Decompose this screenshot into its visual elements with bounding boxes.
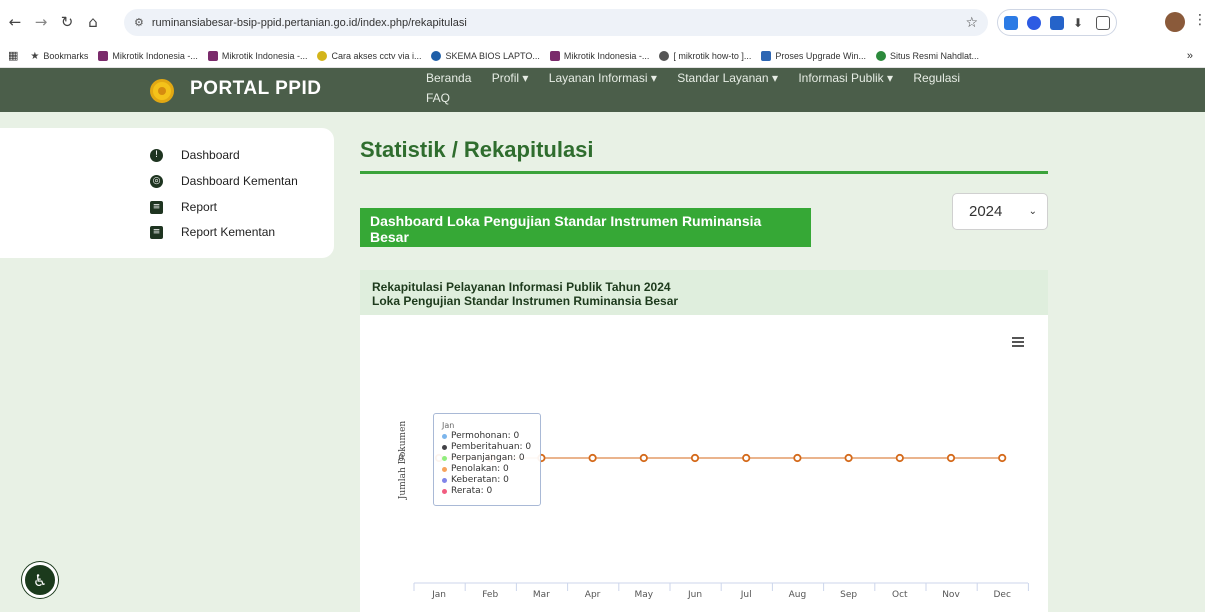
chart-tooltip: Jan Permohonan: 0 Pemberitahuan: 0 Perpa… bbox=[433, 413, 541, 506]
bookmarks-bar: ▦ ★ Bookmarks Mikrotik Indonesia -... Mik… bbox=[0, 44, 1205, 68]
wordpress-icon bbox=[431, 50, 442, 61]
star-icon: ★ bbox=[30, 50, 40, 62]
tooltip-row: Permohonan: 0 bbox=[442, 431, 532, 442]
sidebar-item-dashboard-kementan[interactable]: ◎ Dashboard Kementan bbox=[150, 174, 298, 188]
bookmark-item[interactable]: Situs Resmi Nahdlat... bbox=[875, 50, 979, 61]
year-value: 2024 bbox=[969, 203, 1003, 220]
tooltip-row: Penolakan: 0 bbox=[442, 464, 532, 475]
download-icon[interactable]: ⬇ bbox=[1073, 16, 1087, 30]
series-dot bbox=[442, 467, 447, 472]
mikrotik-icon bbox=[98, 50, 109, 61]
bookmark-item[interactable]: Proses Upgrade Win... bbox=[761, 50, 866, 61]
series-dot bbox=[442, 434, 447, 439]
tooltip-row: Perpanjangan: 0 bbox=[442, 453, 532, 464]
dashboard-banner: Dashboard Loka Pengujian Standar Instrum… bbox=[360, 208, 811, 247]
sidebar-item-report[interactable]: ≡ Report bbox=[150, 200, 217, 214]
browser-toolbar: ← → ↻ ⌂ ⚙ ruminansiabesar-bsip-ppid.pert… bbox=[0, 0, 1205, 44]
main-nav: Beranda Profil ▾ Layanan Informasi ▾ Sta… bbox=[426, 71, 1026, 105]
chevron-down-icon: ⌄ bbox=[1028, 206, 1037, 217]
nav-beranda[interactable]: Beranda bbox=[426, 71, 471, 85]
bookmark-item[interactable]: Mikrotik Indonesia -... bbox=[549, 50, 649, 61]
page-title: Statistik / Rekapitulasi bbox=[360, 137, 594, 162]
nav-regulasi[interactable]: Regulasi bbox=[913, 71, 960, 85]
extensions-group: ⬇ bbox=[997, 9, 1117, 36]
tooltip-row: Rerata: 0 bbox=[442, 486, 532, 497]
series-dot bbox=[442, 445, 447, 450]
chart-title: Rekapitulasi Pelayanan Informasi Publik … bbox=[372, 280, 671, 294]
book-icon: ≡ bbox=[150, 200, 163, 214]
nu-icon bbox=[875, 50, 886, 61]
forward-icon[interactable]: → bbox=[30, 11, 52, 33]
reload-icon[interactable]: ↻ bbox=[56, 11, 78, 33]
dot-icon bbox=[317, 50, 328, 61]
globe-icon: ◎ bbox=[150, 174, 163, 188]
bookmark-star-icon[interactable]: ☆ bbox=[965, 15, 978, 31]
apps-grid-icon[interactable]: ▦ bbox=[8, 49, 18, 62]
series-dot bbox=[442, 478, 447, 483]
nav-informasi-publik[interactable]: Informasi Publik ▾ bbox=[798, 71, 893, 85]
tooltip-row: Pemberitahuan: 0 bbox=[442, 442, 532, 453]
mikrotik-icon bbox=[207, 50, 218, 61]
nav-faq[interactable]: FAQ bbox=[426, 91, 450, 105]
brand-title[interactable]: PORTAL PPID bbox=[190, 78, 321, 100]
sidebar: ! Dashboard ◎ Dashboard Kementan ≡ Repor… bbox=[0, 128, 334, 258]
extension-icon[interactable] bbox=[1050, 15, 1064, 30]
zoom-extension-icon[interactable] bbox=[1027, 15, 1041, 30]
bookmark-item[interactable]: ★ Bookmarks bbox=[30, 50, 88, 62]
tooltip-header: Jan bbox=[442, 421, 455, 430]
bookmark-item[interactable]: Mikrotik Indonesia -... bbox=[98, 50, 198, 61]
globe-icon bbox=[659, 50, 670, 61]
home-icon[interactable]: ⌂ bbox=[82, 11, 104, 33]
nav-standar-layanan[interactable]: Standar Layanan ▾ bbox=[677, 71, 778, 85]
ppid-logo[interactable] bbox=[150, 79, 174, 103]
puzzle-icon[interactable] bbox=[1096, 15, 1110, 30]
series-dot bbox=[442, 456, 447, 461]
url-text: ruminansiabesar-bsip-ppid.pertanian.go.i… bbox=[151, 16, 467, 29]
drive-extension-icon[interactable] bbox=[1004, 15, 1018, 30]
site-info-icon[interactable]: ⚙ bbox=[134, 16, 144, 29]
chart-menu-icon[interactable] bbox=[1012, 337, 1024, 347]
title-divider bbox=[360, 171, 1048, 174]
tooltip-row: Keberatan: 0 bbox=[442, 475, 532, 486]
bookmark-item[interactable]: Mikrotik Indonesia -... bbox=[207, 50, 307, 61]
more-menu-icon[interactable]: ⋮ bbox=[1193, 12, 1205, 28]
bookmark-item[interactable]: [ mikrotik how-to ]... bbox=[659, 50, 751, 61]
back-icon[interactable]: ← bbox=[4, 11, 26, 33]
year-select[interactable]: 2024 ⌄ bbox=[952, 193, 1048, 230]
bookmarks-overflow[interactable]: » bbox=[1187, 50, 1193, 62]
profile-avatar[interactable] bbox=[1165, 12, 1185, 32]
mikrotik-icon bbox=[549, 50, 560, 61]
chart-subtitle: Loka Pengujian Standar Instrumen Ruminan… bbox=[372, 294, 679, 308]
address-bar[interactable]: ⚙ ruminansiabesar-bsip-ppid.pertanian.go… bbox=[124, 9, 988, 36]
page-icon bbox=[761, 50, 772, 61]
book-icon: ≡ bbox=[150, 225, 163, 239]
nav-profil[interactable]: Profil ▾ bbox=[492, 71, 529, 85]
sidebar-item-dashboard[interactable]: ! Dashboard bbox=[150, 148, 240, 162]
sidebar-item-report-kementan[interactable]: ≡ Report Kementan bbox=[150, 225, 275, 239]
bookmark-item[interactable]: SKEMA BIOS LAPTO... bbox=[431, 50, 540, 61]
site-header: PORTAL PPID Beranda Profil ▾ Layanan Inf… bbox=[0, 68, 1205, 112]
series-dot bbox=[442, 489, 447, 494]
info-icon: ! bbox=[150, 148, 163, 162]
nav-layanan-informasi[interactable]: Layanan Informasi ▾ bbox=[549, 71, 657, 85]
bookmark-item[interactable]: Cara akses cctv via i... bbox=[317, 50, 421, 61]
accessibility-icon[interactable]: ♿ bbox=[22, 562, 58, 598]
chart-header: Rekapitulasi Pelayanan Informasi Publik … bbox=[360, 270, 1048, 315]
